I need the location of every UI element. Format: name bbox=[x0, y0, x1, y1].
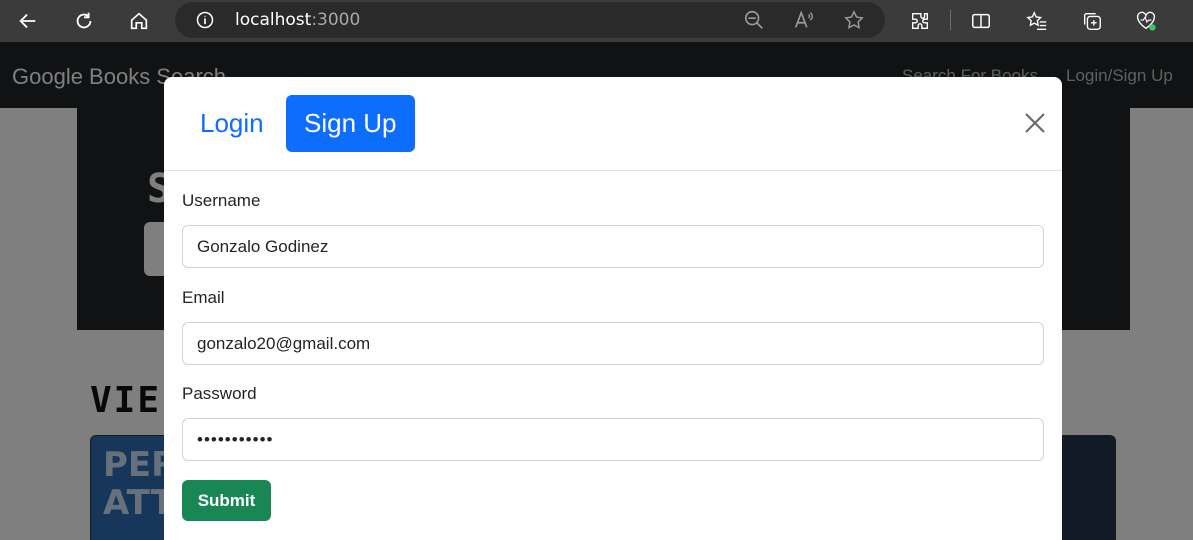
close-icon bbox=[1025, 113, 1045, 133]
browser-toolbar: localhost:3000 bbox=[0, 0, 1193, 42]
address-bar[interactable]: localhost:3000 bbox=[175, 2, 885, 38]
favorite-star-icon[interactable] bbox=[843, 9, 865, 31]
email-input[interactable]: gonzalo20@gmail.com bbox=[182, 322, 1044, 365]
url-text: localhost:3000 bbox=[235, 10, 361, 30]
read-aloud-icon[interactable] bbox=[793, 9, 815, 31]
browser-essentials-button[interactable] bbox=[1130, 5, 1162, 37]
back-button[interactable] bbox=[12, 5, 44, 37]
toolbar-separator bbox=[950, 10, 951, 30]
collections-icon bbox=[1083, 12, 1101, 30]
submit-button[interactable]: Submit bbox=[182, 480, 271, 521]
info-icon[interactable] bbox=[195, 10, 215, 30]
favorites-list-icon bbox=[1026, 11, 1047, 30]
back-arrow-icon bbox=[19, 13, 36, 29]
username-label: Username bbox=[182, 191, 261, 210]
username-input[interactable]: Gonzalo Godinez bbox=[182, 225, 1044, 268]
tab-login[interactable]: Login bbox=[182, 95, 282, 152]
home-icon bbox=[130, 12, 148, 30]
email-label: Email bbox=[182, 288, 225, 307]
collections-button[interactable] bbox=[1076, 5, 1108, 37]
close-button[interactable] bbox=[1021, 109, 1049, 137]
modal-header: Login Sign Up bbox=[164, 77, 1062, 171]
password-label: Password bbox=[182, 384, 257, 403]
puzzle-icon bbox=[911, 12, 929, 30]
split-screen-button[interactable] bbox=[965, 5, 997, 37]
password-input[interactable]: ••••••••••• bbox=[182, 418, 1044, 461]
refresh-button[interactable] bbox=[68, 5, 100, 37]
auth-modal: Login Sign Up Username Gonzalo Godinez E… bbox=[164, 77, 1062, 540]
split-screen-icon bbox=[972, 13, 990, 29]
refresh-icon bbox=[76, 12, 92, 29]
zoom-out-icon[interactable] bbox=[743, 9, 765, 31]
favorites-button[interactable] bbox=[1021, 5, 1053, 37]
extensions-button[interactable] bbox=[904, 5, 936, 37]
tab-signup[interactable]: Sign Up bbox=[286, 95, 415, 152]
home-button[interactable] bbox=[123, 5, 155, 37]
heart-pulse-icon bbox=[1136, 11, 1156, 31]
